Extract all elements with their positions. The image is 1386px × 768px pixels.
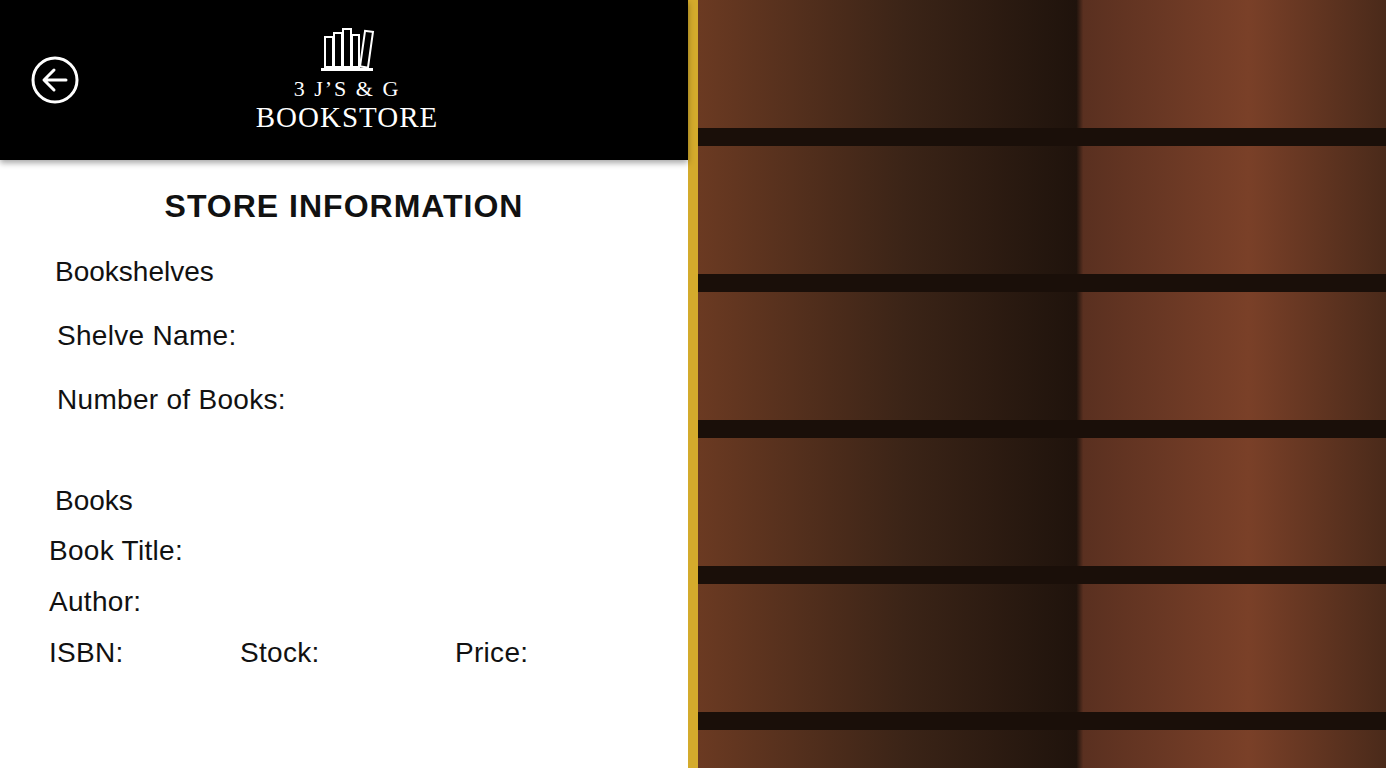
logo-line-bottom: BOOKSTORE (247, 101, 447, 133)
field-label: Author: (0, 584, 688, 620)
app-header: 3 J’S & GBOOKSTORE (0, 0, 688, 160)
store-logo: 3 J’S & GBOOKSTORE (247, 27, 447, 133)
field-label: Book Title: (0, 533, 688, 569)
field-label: Stock: (240, 635, 455, 671)
back-button[interactable] (31, 56, 79, 104)
bookshelf-photo (698, 0, 1386, 768)
field-label: Price: (455, 635, 688, 671)
books-icon (319, 27, 375, 73)
book-detail-row: ISBN:Stock:Price: (0, 635, 688, 671)
page-title: STORE INFORMATION (0, 186, 688, 226)
field-label: Number of Books: (0, 382, 688, 418)
field-label: ISBN: (49, 635, 240, 671)
section-heading: Books (0, 483, 688, 519)
section-heading: Bookshelves (0, 254, 688, 290)
divider-bar (688, 0, 698, 768)
field-label: Shelve Name: (0, 318, 688, 354)
page-shell: 3 J’S & GBOOKSTORE STORE INFORMATION Books… (0, 0, 1386, 768)
back-arrow-icon (31, 56, 79, 104)
logo-line-top: 3 J’S & G (247, 77, 447, 101)
info-panel: 3 J’S & GBOOKSTORE STORE INFORMATION Books… (0, 0, 688, 768)
